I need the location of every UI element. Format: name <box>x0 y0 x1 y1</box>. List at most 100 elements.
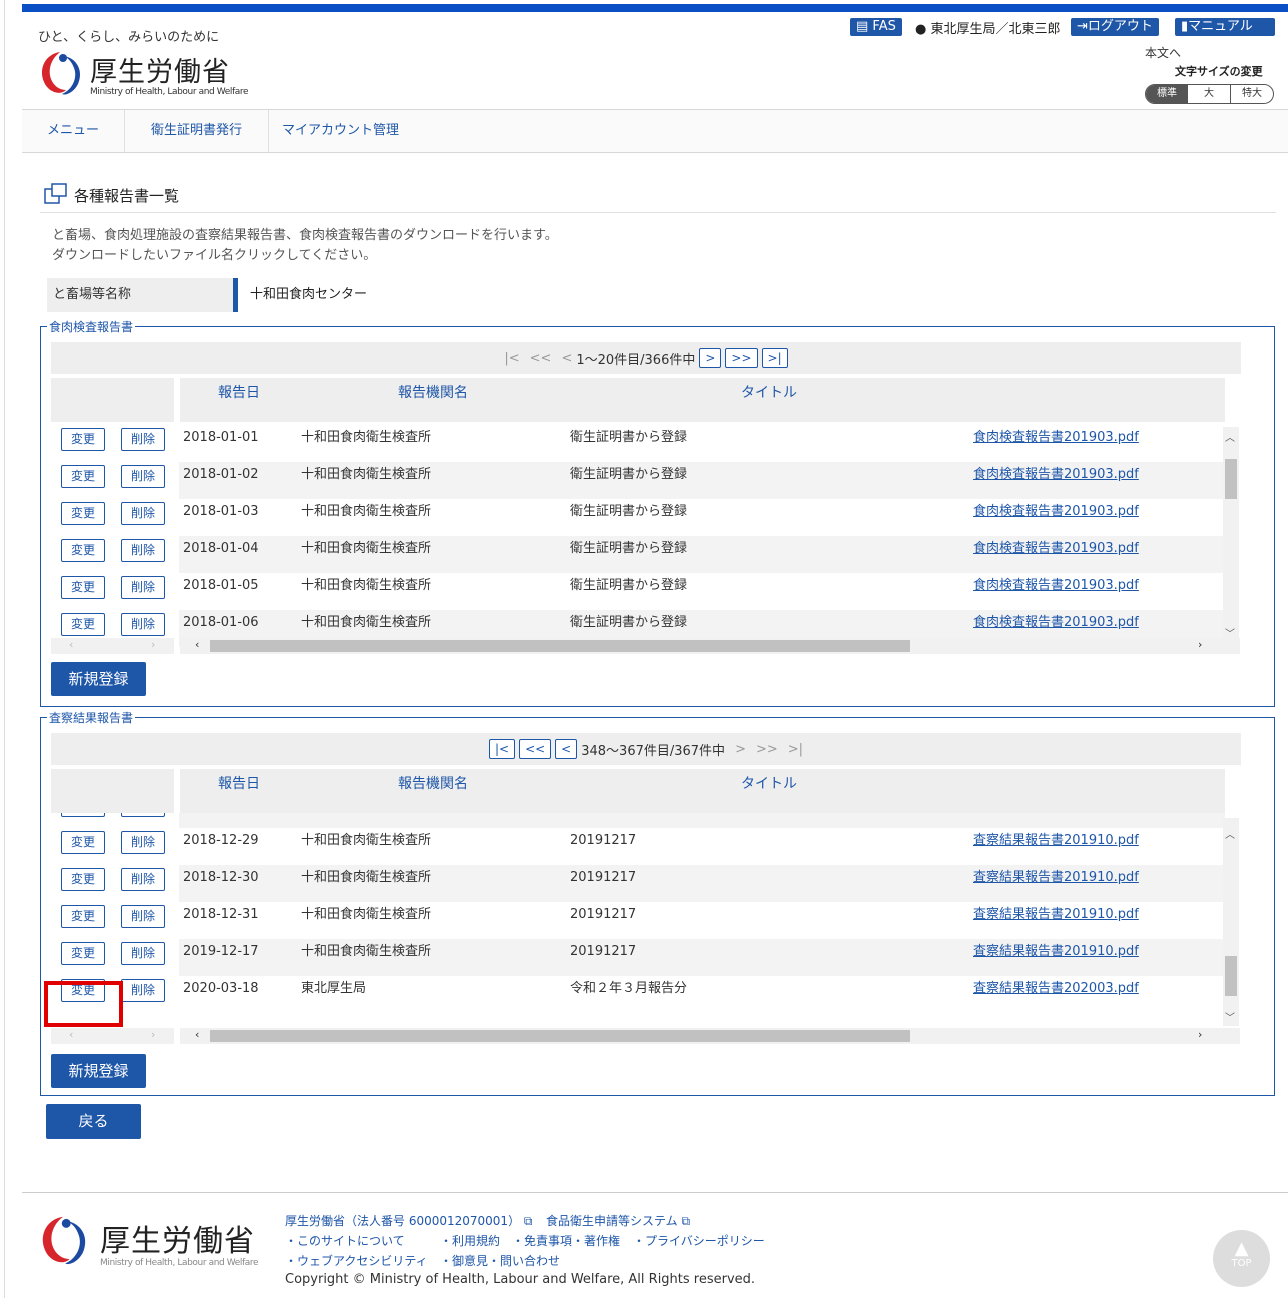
font-size-large[interactable]: 大 <box>1188 85 1231 103</box>
report-file-link[interactable]: 食肉検査報告書201903.pdf <box>973 536 1139 561</box>
delete-button[interactable]: 削除 <box>121 613 165 636</box>
scroll-down-icon[interactable]: ﹀ <box>1225 1009 1235 1024</box>
inspect-new-button[interactable]: 新規登録 <box>51 1054 146 1088</box>
report-file-link[interactable]: 食肉検査報告書201903.pdf <box>973 610 1139 635</box>
column-header-date[interactable]: 報告日 <box>180 769 298 813</box>
column-header-title[interactable]: タイトル <box>568 378 970 422</box>
footer-logo[interactable] <box>36 1210 92 1272</box>
column-header-title[interactable]: タイトル <box>568 769 970 813</box>
scrollbar-thumb[interactable] <box>1225 459 1237 499</box>
back-to-top-button[interactable]: ▲ TOP <box>1213 1230 1270 1287</box>
delete-button[interactable]: 削除 <box>121 868 165 891</box>
pager-last-button[interactable]: >| <box>761 348 788 368</box>
report-date: 2018-12-31 <box>183 907 259 922</box>
column-header-date[interactable]: 報告日 <box>180 378 298 422</box>
delete-button[interactable]: 削除 <box>121 813 165 817</box>
edit-button[interactable]: 変更 <box>61 539 105 562</box>
delete-button[interactable]: 削除 <box>121 502 165 525</box>
scroll-left-icon[interactable]: ‹ <box>195 1028 199 1041</box>
nav-certificate[interactable]: 衛生証明書発行 <box>125 110 269 152</box>
footer-ministry-link[interactable]: 厚生労働省（法人番号 6000012070001） ⧉ <box>285 1212 532 1229</box>
meat-vertical-scrollbar[interactable]: ︿ ﹀ <box>1223 427 1239 642</box>
delete-button[interactable]: 削除 <box>121 979 165 1002</box>
mhlw-logo[interactable] <box>36 46 86 102</box>
nav-my-account[interactable]: マイアカウント管理 <box>269 110 412 152</box>
delete-button[interactable]: 削除 <box>121 831 165 854</box>
report-file-link[interactable]: 査察結果報告書201910.pdf <box>973 813 1139 816</box>
report-title: 20191217 <box>570 944 637 959</box>
pager-next-button[interactable]: > <box>699 348 722 368</box>
report-file-link[interactable]: 査察結果報告書201910.pdf <box>973 865 1139 890</box>
scroll-right-icon[interactable]: › <box>1198 638 1202 651</box>
edit-button[interactable]: 変更 <box>61 576 105 599</box>
action-horizontal-scrollbar[interactable]: ‹ › <box>51 638 174 654</box>
action-horizontal-scrollbar[interactable]: ‹ › <box>51 1028 174 1044</box>
delete-button[interactable]: 削除 <box>121 428 165 451</box>
inspect-pager: |< << < 348〜367件目/367件中 > >> >| <box>51 733 1241 765</box>
edit-button[interactable]: 変更 <box>61 905 105 928</box>
footer-privacy-link[interactable]: ・プライバシーポリシー <box>633 1232 765 1249</box>
footer-disclaimer-link[interactable]: ・免責事項・著作権 <box>512 1232 620 1249</box>
report-file-link[interactable]: 食肉検査報告書201903.pdf <box>973 499 1139 524</box>
delete-button[interactable]: 削除 <box>121 465 165 488</box>
report-org: 十和田食肉衛生検査所 <box>301 833 432 848</box>
delete-button[interactable]: 削除 <box>121 539 165 562</box>
edit-button[interactable]: 変更 <box>61 942 105 965</box>
footer-accessibility-link[interactable]: ・ウェブアクセシビリティ <box>285 1252 428 1269</box>
footer-terms-link[interactable]: ・利用規約 <box>440 1232 500 1249</box>
pager-prev-page-button[interactable]: << <box>519 739 552 759</box>
report-title: 衛生証明書から登録 <box>570 430 688 445</box>
report-file-link[interactable]: 食肉検査報告書201903.pdf <box>973 462 1139 487</box>
meat-new-button[interactable]: 新規登録 <box>51 662 146 696</box>
facility-label: と畜場等名称 <box>47 278 233 312</box>
scroll-left-icon[interactable]: ‹ <box>69 638 73 651</box>
report-file-link[interactable]: 査察結果報告書202003.pdf <box>973 976 1139 1001</box>
edit-button[interactable]: 変更 <box>61 502 105 525</box>
external-link-icon: ⧉ <box>523 1214 533 1228</box>
meat-horizontal-scrollbar[interactable]: ‹ › <box>180 638 1240 654</box>
report-file-link[interactable]: 査察結果報告書201910.pdf <box>973 902 1139 927</box>
hscroll-thumb[interactable] <box>210 640 910 652</box>
delete-button[interactable]: 削除 <box>121 576 165 599</box>
scroll-up-icon[interactable]: ︿ <box>1225 826 1235 841</box>
nav-menu[interactable]: メニュー <box>22 110 125 152</box>
report-file-link[interactable]: 食肉検査報告書201903.pdf <box>973 573 1139 598</box>
manual-button[interactable]: ▮マニュアル <box>1175 18 1275 36</box>
edit-button[interactable]: 変更 <box>61 465 105 488</box>
report-file-link[interactable]: 査察結果報告書201910.pdf <box>973 828 1139 853</box>
scroll-left-icon[interactable]: ‹ <box>69 1028 73 1041</box>
edit-button[interactable]: 変更 <box>61 428 105 451</box>
scroll-right-icon[interactable]: › <box>151 1028 155 1041</box>
footer-contact-link[interactable]: ・御意見・問い合わせ <box>440 1252 560 1269</box>
pager-first-button[interactable]: |< <box>488 739 516 759</box>
table-row: 変更 削除 2018-01-01 十和田食肉衛生検査所 衛生証明書から登録 食肉検査報告書… <box>51 425 1225 462</box>
hscroll-thumb[interactable] <box>210 1030 910 1042</box>
inspect-horizontal-scrollbar[interactable]: ‹ › <box>180 1028 1240 1044</box>
fas-button[interactable]: ▤ FAS <box>850 18 902 36</box>
delete-button[interactable]: 削除 <box>121 942 165 965</box>
footer-about-link[interactable]: ・このサイトについて <box>285 1232 405 1249</box>
scroll-left-icon[interactable]: ‹ <box>195 638 199 651</box>
footer-system-link[interactable]: 食品衛生申請等システム ⧉ <box>546 1212 690 1229</box>
edit-button[interactable]: 変更 <box>61 813 105 817</box>
report-file-link[interactable]: 食肉検査報告書201903.pdf <box>973 425 1139 450</box>
delete-button[interactable]: 削除 <box>121 905 165 928</box>
font-size-normal[interactable]: 標準 <box>1146 85 1188 103</box>
back-button[interactable]: 戻る <box>46 1104 141 1139</box>
skip-to-content-link[interactable]: 本文へ <box>1145 44 1181 61</box>
column-header-org[interactable]: 報告機関名 <box>298 378 568 422</box>
logout-button[interactable]: ⇥ログアウト <box>1071 18 1159 36</box>
scroll-up-icon[interactable]: ︿ <box>1225 429 1235 444</box>
column-header-org[interactable]: 報告機関名 <box>298 769 568 813</box>
edit-button[interactable]: 変更 <box>61 868 105 891</box>
scroll-right-icon[interactable]: › <box>1198 1028 1202 1041</box>
report-file-link[interactable]: 査察結果報告書201910.pdf <box>973 939 1139 964</box>
inspect-vertical-scrollbar[interactable]: ︿ ﹀ <box>1223 818 1239 1026</box>
font-size-xlarge[interactable]: 特大 <box>1231 85 1273 103</box>
scroll-right-icon[interactable]: › <box>151 638 155 651</box>
scrollbar-thumb[interactable] <box>1225 956 1237 996</box>
pager-next-page-button[interactable]: >> <box>725 348 758 368</box>
edit-button[interactable]: 変更 <box>61 613 105 636</box>
pager-prev-button[interactable]: < <box>555 739 578 759</box>
edit-button[interactable]: 変更 <box>61 831 105 854</box>
